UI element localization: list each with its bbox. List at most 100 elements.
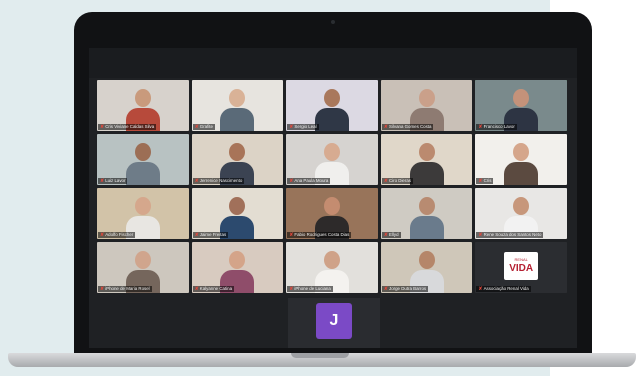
participant-tile[interactable]: ✘Francisco Lavor	[475, 80, 567, 131]
logo-text-top: RENAL	[514, 257, 528, 262]
participant-name: iPhone de Maria Rosel	[105, 286, 150, 291]
muted-mic-icon: ✘	[289, 232, 294, 238]
participant-face	[134, 143, 151, 161]
muted-mic-icon: ✘	[100, 124, 105, 130]
muted-mic-icon: ✘	[383, 232, 388, 238]
participant-name-label: ✘Jaime Freitas	[192, 232, 229, 238]
participant-name: Fabio Rodrigues Costa Dias	[294, 232, 350, 237]
participant-name-label: ✘Jorge Dutra Barros	[381, 286, 429, 292]
participant-body	[504, 162, 539, 185]
participant-name: Adolfo Fischer	[105, 232, 134, 237]
participant-name: Ellyd	[389, 232, 399, 237]
participant-name: Rene Souza dos Santos Neto	[483, 232, 542, 237]
participant-face	[134, 251, 151, 269]
participant-face	[134, 89, 151, 107]
participant-name-label: ✘Ellyd	[381, 232, 401, 238]
participant-name-label: ✘Cris Viviane Caldas Silva	[98, 124, 157, 130]
participant-tile[interactable]: ✘Cris Viviane Caldas Silva	[97, 80, 189, 131]
participant-tile[interactable]: ✘Jorge Dutra Barros	[380, 242, 473, 293]
participant-face	[418, 197, 435, 215]
participant-tile[interactable]: ✘Cris	[475, 134, 567, 185]
participant-name-label: ✘Associação Renal Vida	[476, 286, 531, 292]
muted-mic-icon: ✘	[194, 232, 199, 238]
participant-name-label: ✘Ana Paula Moura	[287, 178, 331, 184]
participant-tile[interactable]: ✘Ciro Dieras	[380, 134, 473, 185]
participant-name-label: ✘Jerrenice Nascimento	[192, 178, 245, 184]
participant-name: Jorge Dutra Barros	[389, 286, 427, 291]
participant-name: Grafite	[199, 124, 213, 129]
user-avatar: J	[316, 303, 352, 339]
logo-text-main: VIDA	[509, 263, 534, 274]
participant-name: Luiz Lavor	[105, 178, 126, 183]
participant-name: Ciro Dieras	[389, 178, 411, 183]
muted-mic-icon: ✘	[289, 286, 294, 292]
muted-mic-icon: ✘	[383, 124, 388, 130]
muted-mic-icon: ✘	[100, 232, 105, 238]
participant-face	[323, 251, 340, 269]
participant-face	[418, 251, 435, 269]
meeting-top-bar	[89, 48, 577, 78]
participant-name-label: ✘Silvana Gomes Costa	[381, 124, 434, 130]
participant-name: Ana Paula Moura	[294, 178, 329, 183]
muted-mic-icon: ✘	[100, 178, 105, 184]
participant-name-label: ✘Adolfo Fischer	[98, 232, 136, 238]
participant-tile[interactable]: ✘Adolfo Fischer	[97, 188, 189, 239]
participant-tile[interactable]: ✘iPhone de Luciana	[286, 242, 378, 293]
participant-face	[418, 143, 435, 161]
participant-name: Jerrenice Nascimento	[199, 178, 243, 183]
participant-name: iPhone de Luciana	[294, 286, 331, 291]
participant-body	[125, 162, 160, 185]
participant-tile[interactable]: ✘Sergio Leal	[286, 80, 378, 131]
laptop-notch	[291, 353, 349, 358]
participant-name-label: ✘Ciro Dieras	[381, 178, 413, 184]
participant-body	[220, 108, 255, 131]
participant-tile[interactable]: ✘Silvana Gomes Costa	[380, 80, 473, 131]
participant-body	[409, 162, 444, 185]
participant-tile[interactable]: ✘Jaime Freitas	[191, 188, 284, 239]
muted-mic-icon: ✘	[478, 286, 483, 292]
participant-name: Silvana Gomes Costa	[389, 124, 432, 129]
participant-tile[interactable]: ✘Ana Paula Moura	[286, 134, 378, 185]
muted-mic-icon: ✘	[194, 178, 199, 184]
participant-name: Cris Viviane Caldas Silva	[105, 124, 155, 129]
muted-mic-icon: ✘	[100, 286, 105, 292]
muted-mic-icon: ✘	[289, 124, 294, 130]
participant-name-label: ✘iPhone de Luciana	[287, 286, 333, 292]
participant-name-label: ✘Grafite	[192, 124, 215, 130]
participant-tile[interactable]: ✘iPhone de Maria Rosel	[97, 242, 189, 293]
participant-name-label: ✘Kalyanne Catina	[192, 286, 235, 292]
webcam-icon	[331, 20, 335, 24]
participant-face	[323, 143, 340, 161]
participant-face	[323, 197, 340, 215]
muted-mic-icon: ✘	[289, 178, 294, 184]
muted-mic-icon: ✘	[194, 286, 199, 292]
participant-name-label: ✘Sergio Leal	[287, 124, 319, 130]
participant-name-label: ✘iPhone de Maria Rosel	[98, 286, 152, 292]
laptop-screen: ✘Cris Viviane Caldas Silva ✘Grafite ✘Sergi…	[89, 48, 577, 348]
participant-name: Associação Renal Vida	[483, 286, 529, 291]
participant-name-label: ✘Francisco Lavor	[476, 124, 517, 130]
muted-mic-icon: ✘	[478, 232, 483, 238]
self-view-tile[interactable]: J	[288, 298, 380, 348]
muted-mic-icon: ✘	[478, 124, 483, 130]
participant-name-label: ✘Luiz Lavor	[98, 178, 128, 184]
participant-tile[interactable]: RENAL VIDA ✘Associação Renal Vida	[475, 242, 567, 293]
participant-face	[418, 89, 435, 107]
video-grid: ✘Cris Viviane Caldas Silva ✘Grafite ✘Sergi…	[97, 80, 567, 335]
muted-mic-icon: ✘	[383, 286, 388, 292]
participant-name: Jaime Freitas	[199, 232, 227, 237]
participant-tile[interactable]: ✘Fabio Rodrigues Costa Dias	[286, 188, 378, 239]
participant-name: Francisco Lavor	[483, 124, 515, 129]
participant-body	[314, 108, 349, 131]
participant-tile[interactable]: ✘Rene Souza dos Santos Neto	[475, 188, 567, 239]
participant-tile[interactable]: ✘Jerrenice Nascimento	[191, 134, 284, 185]
participant-tile[interactable]: ✘Luiz Lavor	[97, 134, 189, 185]
participant-tile[interactable]: ✘Ellyd	[380, 188, 473, 239]
participant-name: Cris	[483, 178, 492, 183]
participant-name: Kalyanne Catina	[199, 286, 233, 291]
participant-tile[interactable]: ✘Grafite	[191, 80, 284, 131]
participant-tile[interactable]: ✘Kalyanne Catina	[191, 242, 284, 293]
muted-mic-icon: ✘	[478, 178, 483, 184]
muted-mic-icon: ✘	[194, 124, 199, 130]
participant-name-label: ✘Cris	[476, 178, 494, 184]
